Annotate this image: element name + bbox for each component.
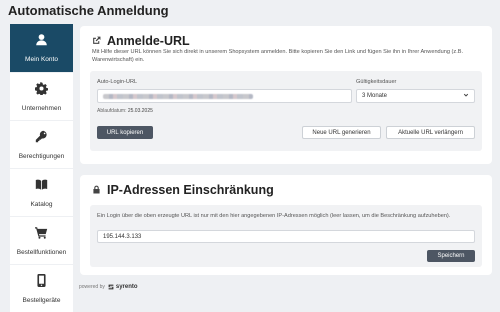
validity-select[interactable]: 3 Monate bbox=[356, 89, 475, 103]
ip-restriction-heading: IP-Adressen Einschränkung bbox=[92, 183, 274, 197]
sidebar-item-label: Bestellfunktionen bbox=[16, 248, 67, 256]
validity-selected-value: 3 Monate bbox=[362, 93, 388, 99]
phone-icon bbox=[35, 273, 48, 292]
login-url-card: Anmelde-URL Mit Hilfe dieser URL können … bbox=[80, 26, 492, 164]
sidebar-item-label: Unternehmen bbox=[21, 104, 62, 112]
blurred-url-value bbox=[103, 93, 253, 99]
ip-restriction-card: IP-Adressen Einschränkung 195.144.3.133 … bbox=[80, 175, 492, 275]
powered-by: powered by syrento bbox=[79, 284, 138, 290]
generate-url-button[interactable]: Neue URL generieren bbox=[302, 126, 381, 139]
external-link-icon bbox=[92, 34, 101, 48]
auto-login-url-field[interactable] bbox=[97, 89, 352, 103]
sidebar-item-label: Bestellgeräte bbox=[22, 296, 61, 304]
validity-label: Gültigkeitsdauer bbox=[356, 79, 397, 85]
extend-url-button[interactable]: Aktuelle URL verlängern bbox=[386, 126, 475, 139]
book-icon bbox=[35, 178, 48, 196]
save-button[interactable]: Speichern bbox=[427, 250, 475, 262]
ip-address-field[interactable]: 195.144.3.133 bbox=[97, 230, 475, 243]
login-url-title: Anmelde-URL bbox=[107, 34, 190, 48]
sidebar-item-label: Mein Konto bbox=[25, 56, 58, 63]
sidebar-item-bestellfunktionen[interactable]: Bestellfunktionen bbox=[10, 217, 73, 264]
brand-logo: syrento bbox=[108, 284, 138, 290]
expiry-date-label: Ablaufdatum: bbox=[97, 108, 127, 114]
ip-restriction-title: IP-Adressen Einschränkung bbox=[107, 183, 274, 197]
cart-icon bbox=[35, 226, 48, 244]
sidebar-item-label: Berechtigungen bbox=[18, 152, 65, 160]
sidebar-item-label: Katalog bbox=[30, 200, 53, 208]
ip-address-value: 195.144.3.133 bbox=[103, 233, 142, 240]
key-icon bbox=[35, 130, 48, 148]
login-url-heading: Anmelde-URL bbox=[92, 34, 190, 48]
ip-restriction-description: Ein Login über die oben erzeugte URL ist… bbox=[97, 213, 451, 219]
user-icon bbox=[35, 33, 48, 51]
login-url-description: Mit Hilfe dieser URL können Sie sich dir… bbox=[92, 49, 464, 63]
sidebar-item-katalog[interactable]: Katalog bbox=[10, 169, 73, 216]
brand-mark-icon bbox=[108, 284, 114, 290]
sidebar-item-mein-konto[interactable]: Mein Konto bbox=[10, 24, 73, 72]
page-title: Automatische Anmeldung bbox=[8, 3, 169, 18]
sidebar-item-unternehmen[interactable]: Unternehmen bbox=[10, 73, 73, 120]
expiry-date-value: 25.03.2025 bbox=[127, 108, 153, 114]
brand-name: syrento bbox=[115, 284, 138, 290]
auto-login-url-label: Auto-Login-URL bbox=[97, 79, 138, 85]
sidebar: Mein Konto Unternehmen Berechtigungen Ka… bbox=[10, 24, 73, 312]
expiry-date-text: Ablaufdatum: 25.03.2025 bbox=[97, 108, 153, 114]
chevron-down-icon bbox=[463, 92, 469, 100]
copy-url-button[interactable]: URL kopieren bbox=[97, 126, 153, 139]
gear-icon bbox=[35, 81, 48, 100]
sidebar-item-bestellgeraete[interactable]: Bestellgeräte bbox=[10, 265, 73, 312]
powered-by-text: powered by bbox=[79, 284, 105, 290]
sidebar-item-berechtigungen[interactable]: Berechtigungen bbox=[10, 121, 73, 168]
login-url-panel: Auto-Login-URL Ablaufdatum: 25.03.2025 G… bbox=[90, 71, 482, 151]
lock-icon bbox=[92, 183, 101, 197]
